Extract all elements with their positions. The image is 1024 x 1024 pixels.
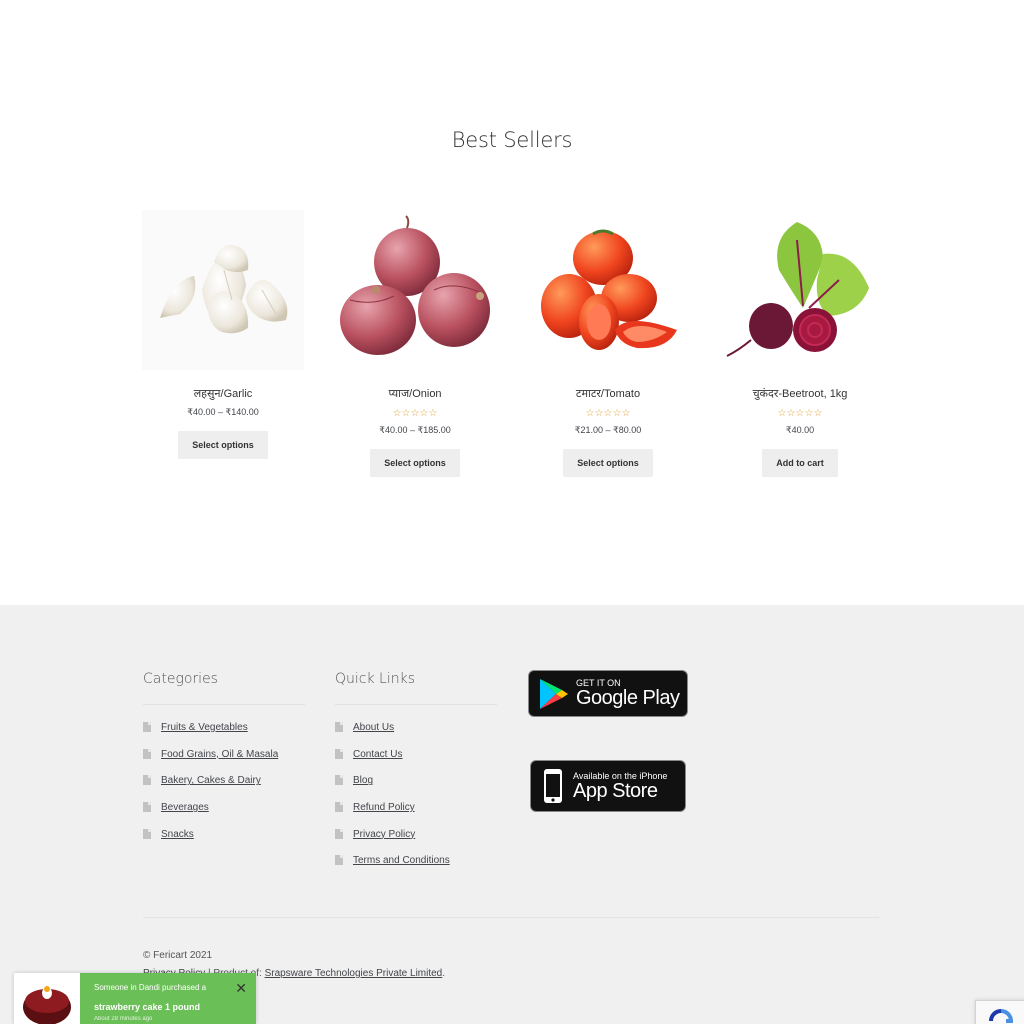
footer-divider xyxy=(143,917,879,918)
quick-links-heading: Quick Links xyxy=(335,671,497,705)
recaptcha-badge[interactable] xyxy=(975,1000,1024,1024)
notification-body: Someone in Dandi purchased a strawberry … xyxy=(80,973,256,1024)
quick-link-item: Refund Policy xyxy=(335,798,497,825)
product-price: ₹40.00 xyxy=(785,425,815,435)
category-item: Fruits & Vegetables xyxy=(143,718,305,745)
site-footer: Categories Fruits & Vegetables Food Grai… xyxy=(0,605,1024,1024)
tomato-image[interactable] xyxy=(527,210,689,370)
add-to-cart-button[interactable]: Add to cart xyxy=(762,449,838,477)
select-options-button[interactable]: Select options xyxy=(563,449,653,477)
category-link-bakery[interactable]: Bakery, Cakes & Dairy xyxy=(161,775,261,786)
select-options-button[interactable]: Select options xyxy=(178,431,268,459)
product-price: ₹21.00 – ₹80.00 xyxy=(574,425,642,435)
iphone-icon xyxy=(544,769,562,803)
best-sellers-heading: Best Sellers xyxy=(451,128,573,152)
product-price: ₹40.00 – ₹185.00 xyxy=(379,425,451,435)
product-name[interactable]: प्याज/Onion xyxy=(334,386,496,401)
about-us-link[interactable]: About Us xyxy=(353,722,394,733)
google-play-big-text: Google Play xyxy=(576,687,680,709)
quick-link-item: Terms and Conditions xyxy=(335,851,497,878)
product-price: ₹40.00 – ₹140.00 xyxy=(187,407,259,417)
notification-time: About 28 minutes ago xyxy=(94,1016,153,1022)
product-card-onion: प्याज/Onion ☆☆☆☆☆ ₹40.00 – ₹185.00 Selec… xyxy=(334,210,496,477)
page-icon xyxy=(335,855,343,866)
page-icon xyxy=(335,802,343,813)
company-link[interactable]: Srapsware Technologies Private Limited xyxy=(265,968,443,979)
product-card-garlic: लहसुन/Garlic ₹40.00 – ₹140.00 Select opt… xyxy=(142,210,304,459)
category-link-food-grains[interactable]: Food Grains, Oil & Masala xyxy=(161,749,278,760)
quick-link-item: Contact Us xyxy=(335,745,497,772)
product-name[interactable]: चुकंदर-Beetroot, 1kg xyxy=(719,386,881,401)
star-rating: ☆☆☆☆☆ xyxy=(392,408,438,419)
app-store-big-text: App Store xyxy=(573,779,658,802)
copyright-text: © Fericart 2021 xyxy=(143,950,213,961)
category-item: Beverages xyxy=(143,798,305,825)
quick-links-widget: Quick Links About Us Contact Us Blog Ref… xyxy=(335,671,497,878)
product-card-tomato: टमाटर/Tomato ☆☆☆☆☆ ₹21.00 – ₹80.00 Selec… xyxy=(527,210,689,477)
contact-us-link[interactable]: Contact Us xyxy=(353,749,402,760)
page-icon xyxy=(143,828,151,839)
onion-image[interactable] xyxy=(334,210,496,370)
page-icon xyxy=(335,722,343,732)
notification-product: strawberry cake 1 pound xyxy=(94,1002,201,1012)
category-link-fruits-vegetables[interactable]: Fruits & Vegetables xyxy=(161,722,248,733)
recaptcha-icon xyxy=(989,1009,1014,1023)
refund-policy-link[interactable]: Refund Policy xyxy=(353,802,415,813)
page-icon xyxy=(335,828,343,839)
category-item: Food Grains, Oil & Masala xyxy=(143,745,305,772)
page-icon xyxy=(143,802,151,813)
product-name[interactable]: टमाटर/Tomato xyxy=(527,386,689,401)
notification-line-1: Someone in Dandi purchased a xyxy=(94,983,207,992)
star-rating: ☆☆☆☆☆ xyxy=(585,408,631,419)
blog-link[interactable]: Blog xyxy=(353,775,373,786)
star-rating: ☆☆☆☆☆ xyxy=(777,408,823,419)
category-item: Snacks xyxy=(143,825,305,852)
privacy-policy-link[interactable]: Privacy Policy xyxy=(353,829,415,840)
app-store-badge[interactable]: Available on the iPhone App Store xyxy=(530,760,686,812)
product-name[interactable]: लहसुन/Garlic xyxy=(142,386,304,401)
legal-end: . xyxy=(442,968,446,979)
page-icon xyxy=(143,775,151,786)
garlic-image[interactable] xyxy=(142,210,304,370)
page-icon xyxy=(335,748,343,759)
quick-link-item: Blog xyxy=(335,771,497,798)
purchase-notification[interactable]: Someone in Dandi purchased a strawberry … xyxy=(14,973,256,1024)
beetroot-image[interactable] xyxy=(719,210,881,370)
product-card-beetroot: चुकंदर-Beetroot, 1kg ☆☆☆☆☆ ₹40.00 Add to… xyxy=(719,210,881,477)
page-icon xyxy=(143,748,151,759)
category-link-snacks[interactable]: Snacks xyxy=(161,829,194,840)
categories-widget: Categories Fruits & Vegetables Food Grai… xyxy=(143,671,305,851)
quick-link-item: Privacy Policy xyxy=(335,825,497,852)
quick-link-item: About Us xyxy=(335,718,497,745)
google-play-icon xyxy=(540,678,568,709)
page-icon xyxy=(143,722,151,732)
google-play-badge[interactable]: GET IT ON Google Play xyxy=(528,670,688,717)
cake-thumbnail xyxy=(14,973,80,1024)
category-item: Bakery, Cakes & Dairy xyxy=(143,771,305,798)
category-link-beverages[interactable]: Beverages xyxy=(161,802,209,813)
page-icon xyxy=(335,775,343,786)
terms-conditions-link[interactable]: Terms and Conditions xyxy=(353,855,450,866)
select-options-button[interactable]: Select options xyxy=(370,449,460,477)
close-icon[interactable]: ✕ xyxy=(235,980,247,997)
categories-heading: Categories xyxy=(143,671,305,705)
